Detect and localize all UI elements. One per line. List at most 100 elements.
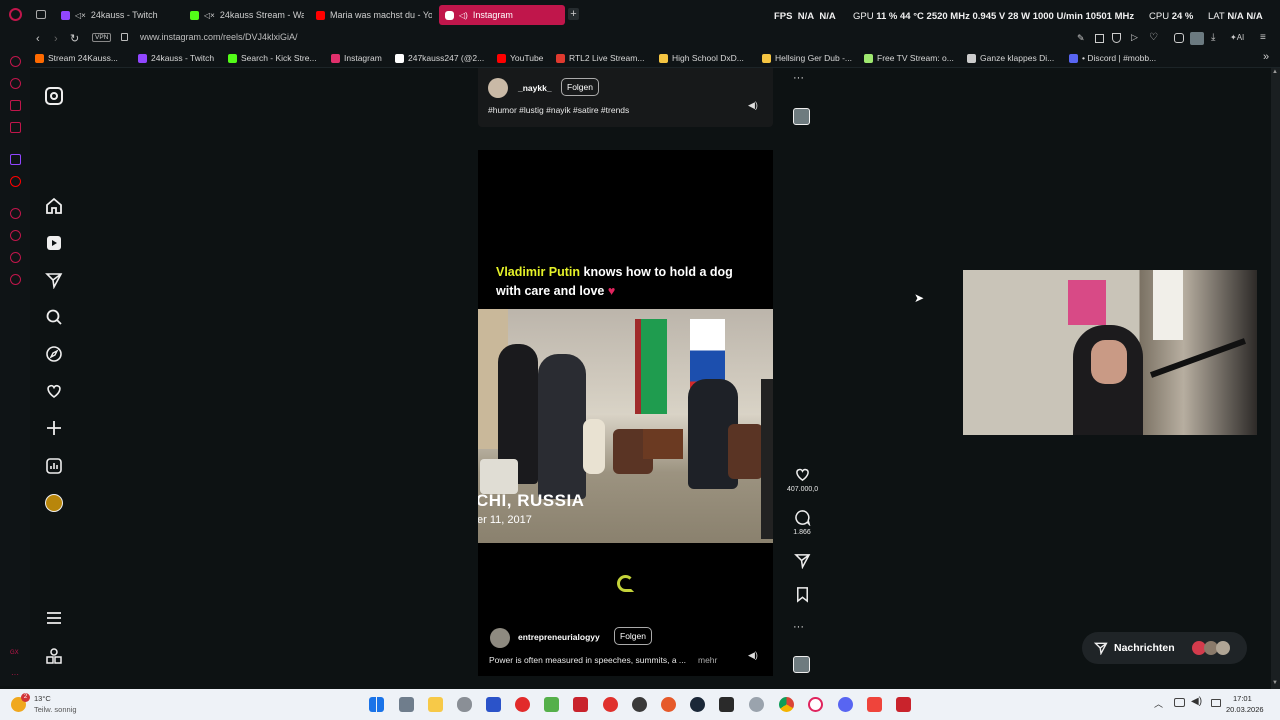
reel-video[interactable]: CHI, RUSSIA er 11, 2017 [478, 309, 773, 543]
clock-date[interactable]: 20.03.2026 [1226, 705, 1264, 714]
tray-chevron-icon[interactable]: ︿ [1154, 697, 1163, 710]
file-explorer-icon[interactable] [428, 697, 443, 712]
shield-icon[interactable] [1112, 33, 1121, 43]
v-app-icon[interactable] [486, 697, 501, 712]
bookmark[interactable]: Instagram [331, 53, 382, 63]
sidebar-twitch-icon[interactable] [10, 154, 21, 165]
explore-icon[interactable] [45, 345, 63, 363]
speaker-icon[interactable]: ◀) [1191, 696, 1202, 707]
save-button[interactable] [787, 586, 817, 605]
bookmarks-overflow-icon[interactable]: » [1263, 51, 1269, 63]
sidebar-gx-icon[interactable]: GX [10, 650, 19, 656]
volume-icon[interactable]: ◀) [748, 100, 758, 111]
stack-app-icon[interactable] [544, 697, 559, 712]
page-scrollbar[interactable]: ▲ ▼ [1271, 68, 1280, 689]
bookmark[interactable]: RTL2 Live Stream... [556, 53, 644, 63]
messages-button[interactable]: Nachrichten [1082, 632, 1247, 664]
share-button[interactable] [787, 552, 817, 571]
sidebar-instagram-icon[interactable] [10, 100, 21, 111]
steam-icon[interactable] [690, 697, 705, 712]
mouse-app-icon[interactable] [457, 697, 472, 712]
more-options-icon[interactable]: ··· [793, 621, 804, 633]
reload-icon[interactable]: ↻ [70, 32, 79, 45]
calculator-icon[interactable] [399, 697, 414, 712]
tab-instagram[interactable]: ◁) Instagram [439, 5, 565, 25]
caption-more-link[interactable]: mehr [698, 655, 717, 665]
opera-logo-icon[interactable] [9, 8, 22, 21]
viewer-app-icon[interactable] [573, 697, 588, 712]
bookmark[interactable]: YouTube [497, 53, 543, 63]
red-app-icon[interactable] [515, 697, 530, 712]
new-tab-button[interactable]: + [568, 8, 579, 20]
menu-icon[interactable]: ≡ [1260, 32, 1266, 43]
sidebar-player-icon[interactable] [10, 208, 21, 219]
viewer-app-icon[interactable] [896, 697, 911, 712]
obs-icon[interactable] [632, 697, 647, 712]
like-button[interactable]: 407.000,0 [787, 466, 818, 493]
game-app-icon[interactable] [661, 697, 676, 712]
network-icon[interactable] [1174, 698, 1185, 707]
also-from-meta-icon[interactable] [45, 647, 63, 665]
opera-gx-icon[interactable] [808, 697, 823, 712]
avatar[interactable] [488, 78, 508, 98]
fan-app-icon[interactable] [749, 697, 764, 712]
search-icon[interactable] [45, 308, 63, 326]
sidebar-youtube-icon[interactable] [10, 176, 21, 187]
scroll-down-icon[interactable]: ▼ [1272, 680, 1278, 686]
volume-icon[interactable]: ◀) [748, 650, 758, 661]
vpn-badge[interactable]: VPN [92, 33, 112, 42]
bookmark[interactable]: Hellsing Ger Dub -... [762, 53, 852, 63]
bookmark[interactable]: 247kauss247 (@2... [395, 53, 484, 63]
reel-previous[interactable]: _naykk_ Folgen #humor #lustig #nayik #sa… [478, 68, 773, 127]
scroll-up-icon[interactable]: ▲ [1272, 69, 1278, 75]
download-icon[interactable]: ⤓ [1211, 32, 1215, 43]
discord-icon[interactable] [838, 697, 853, 712]
heart-icon[interactable]: ♡ [1149, 32, 1158, 43]
notifications-heart-icon[interactable] [45, 382, 63, 400]
audio-thumbnail[interactable] [793, 108, 810, 125]
sidebar-more-icon[interactable]: ··· [11, 670, 19, 679]
workspaces-icon[interactable] [36, 10, 46, 19]
bookmark[interactable]: High School DxD... [659, 53, 744, 63]
profile-avatar[interactable] [45, 494, 63, 512]
ai-icon[interactable]: ✦AI [1230, 33, 1244, 42]
reel-main[interactable]: Vladimir Putin knows how to hold a dog w… [478, 150, 773, 676]
username[interactable]: entrepreneurialogyy [518, 632, 600, 642]
follow-button[interactable]: Folgen [614, 627, 652, 645]
sidebar-settings-icon[interactable] [10, 274, 21, 285]
home-icon[interactable] [45, 197, 63, 215]
audio-thumbnail[interactable] [793, 656, 810, 673]
snapshot-icon[interactable] [1095, 34, 1104, 43]
sidebar-messenger-icon[interactable] [10, 78, 21, 89]
pin-icon[interactable]: ✎ [1077, 33, 1085, 44]
record-app-icon[interactable] [603, 697, 618, 712]
comment-button[interactable]: 1.866 [787, 509, 817, 536]
create-icon[interactable] [45, 419, 63, 437]
clock-time[interactable]: 17:01 [1233, 694, 1252, 703]
bookmark[interactable]: Free TV Stream: o... [864, 53, 954, 63]
chrome-icon[interactable] [779, 697, 794, 712]
url-field[interactable]: www.instagram.com/reels/DVJ4klxiGiA/ [140, 32, 298, 42]
bookmark[interactable]: Ganze klappes Di... [967, 53, 1054, 63]
tab-kick[interactable]: ◁× 24kauss Stream - Wat [184, 5, 304, 25]
sidebar-history-icon[interactable] [10, 230, 21, 241]
dashboard-icon[interactable] [45, 457, 63, 475]
bookmark[interactable]: Search - Kick Stre... [228, 53, 317, 63]
sidebar-bookmarks-icon[interactable] [10, 252, 21, 263]
bookmark[interactable]: • Discord | #mobb... [1069, 53, 1156, 63]
sidebar-aria-icon[interactable] [10, 56, 21, 67]
tab-twitch[interactable]: ◁× 24kauss - Twitch [55, 5, 180, 25]
sidebar-m-icon[interactable] [10, 122, 21, 133]
follow-button[interactable]: Folgen [561, 78, 599, 96]
back-icon[interactable]: ‹ [36, 33, 40, 45]
play-icon[interactable]: ▷ [1131, 32, 1138, 43]
instagram-logo-icon[interactable] [45, 87, 63, 105]
avatar[interactable] [490, 628, 510, 648]
direct-messages-icon[interactable] [45, 271, 63, 290]
forward-icon[interactable]: › [54, 33, 58, 45]
tab-youtube[interactable]: Maria was machst du - Yo [310, 5, 432, 25]
bookmark[interactable]: 24kauss - Twitch [138, 53, 214, 63]
anydesk-icon[interactable] [867, 697, 882, 712]
more-menu-icon[interactable] [45, 609, 63, 627]
username[interactable]: _naykk_ [518, 83, 552, 93]
